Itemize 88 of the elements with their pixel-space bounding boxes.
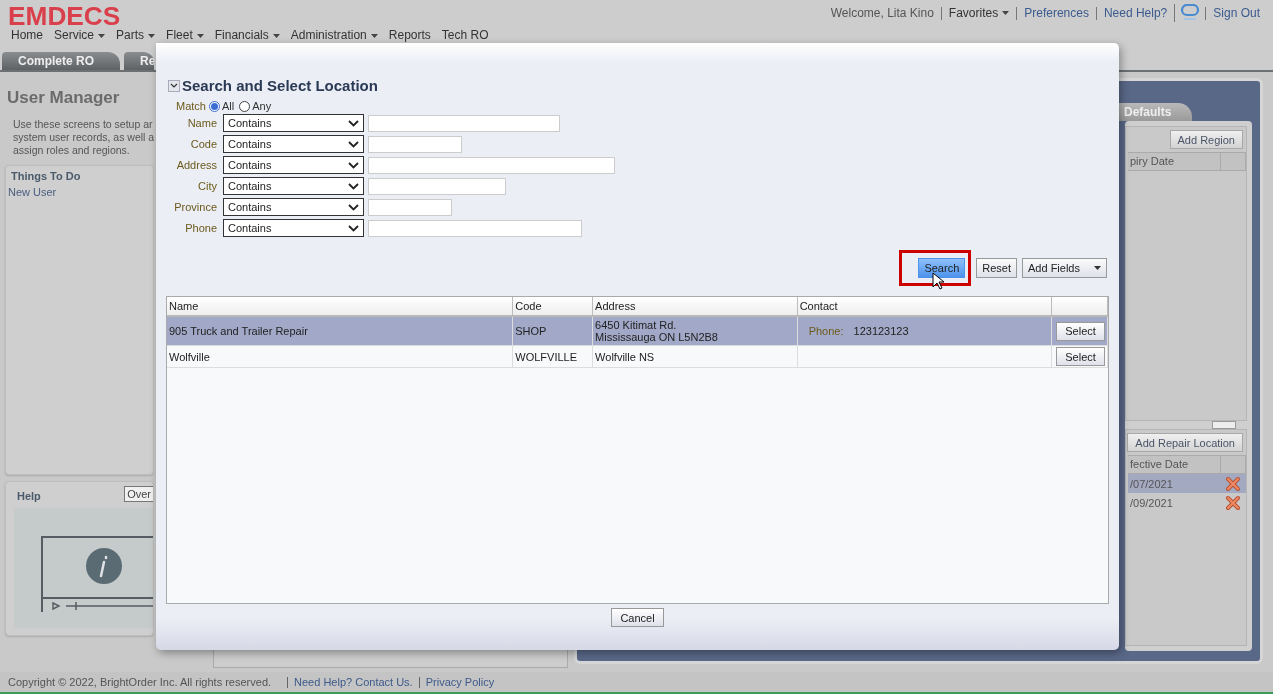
field-label: Phone:	[808, 325, 844, 337]
delete-icon[interactable]	[1225, 475, 1241, 492]
table-cell-text: /07/2021	[1129, 477, 1174, 490]
table-cell: Wolfville NS	[593, 346, 798, 367]
caret-icon	[272, 33, 280, 38]
reset-button[interactable]: Reset	[976, 258, 1017, 278]
caret-icon	[196, 33, 204, 38]
nav-menu-item[interactable]: Reports	[388, 24, 431, 47]
text-input[interactable]	[368, 114, 560, 132]
caret-icon	[1094, 266, 1101, 270]
table-cell: 6450 Kitimat Rd. Mississauga ON L5N2B8	[593, 317, 798, 345]
text-input[interactable]	[368, 219, 582, 237]
field-label: Province	[173, 201, 217, 213]
table-cell: 905 Truck and Trailer Repair	[167, 317, 514, 345]
task-link[interactable]: New User	[6, 182, 153, 202]
oval-icon[interactable]	[1180, 4, 1201, 22]
field-label: City	[197, 180, 217, 192]
collapse-icon[interactable]	[168, 79, 180, 92]
nav-menu-item[interactable]: Fleet	[166, 24, 204, 47]
caret-icon	[98, 33, 106, 38]
radio-option[interactable]: All	[208, 100, 235, 112]
footer-link[interactable]: Privacy Policy	[418, 676, 501, 688]
field-label: Code	[189, 138, 217, 150]
table-row[interactable]: Wolfville WOLFVILLE Wolfville NS Select	[167, 346, 1108, 368]
operator-dropdown[interactable]: Contains	[223, 198, 364, 216]
header-link[interactable]: Need Help?	[1095, 6, 1175, 20]
header-link[interactable]: Preferences	[1016, 6, 1096, 20]
column-header: Code	[513, 297, 594, 315]
radio-option[interactable]: Any	[239, 100, 272, 112]
add-fields-button[interactable]: Add Fields	[1022, 258, 1107, 278]
cancel-button[interactable]: Cancel	[611, 608, 664, 627]
column-header: Address	[593, 297, 798, 315]
description-text: Use these screens to setup ar system user records, as well a assign roles and regions.	[13, 118, 154, 157]
column-header: fective Date	[1128, 455, 1221, 474]
overview-button[interactable]: Over	[124, 486, 153, 502]
tab[interactable]: Complete RO	[2, 52, 120, 70]
select-button[interactable]: Select	[1056, 347, 1105, 366]
field-label: Match	[176, 100, 206, 112]
welcome-text: Welcome, Lita Kino	[829, 6, 935, 20]
add-region-button[interactable]: Add Region	[1169, 130, 1243, 149]
operator-dropdown[interactable]: Contains	[223, 177, 364, 195]
operator-dropdown[interactable]: Contains	[223, 156, 364, 174]
text-input[interactable]	[368, 135, 462, 153]
field-label: Phone	[184, 222, 217, 234]
table-row[interactable]: /09/2021	[1128, 493, 1246, 512]
field-label: Address	[175, 159, 217, 171]
chevron-down-icon	[348, 119, 359, 127]
table-cell: SHOP	[513, 317, 594, 345]
caret-icon	[370, 33, 378, 38]
cursor-icon	[932, 272, 945, 290]
panel-title: Things To Do	[10, 169, 82, 182]
footer-link[interactable]: Need Help? Contact Us.	[287, 676, 419, 688]
table-row[interactable]: 905 Truck and Trailer Repair SHOP 6450 Kitimat Rd. Mississauga ON L5N2B8 Phone: 123123123 Select	[167, 317, 1108, 346]
select-button[interactable]: Select	[1056, 321, 1105, 341]
nav-menu-item[interactable]: Tech RO	[441, 24, 489, 47]
panel-title: Help	[16, 489, 42, 502]
chevron-down-icon	[348, 161, 359, 169]
text-input[interactable]	[368, 156, 615, 174]
dialog-title: Search and Select Location	[182, 77, 378, 94]
splitter-handle[interactable]	[1212, 421, 1236, 429]
table-cell: Wolfville	[167, 346, 514, 367]
caret-icon	[1002, 11, 1010, 15]
text-input[interactable]	[368, 177, 506, 195]
caret-icon	[148, 33, 156, 38]
chevron-down-icon	[348, 224, 359, 232]
chevron-down-icon	[348, 203, 359, 211]
table-cell: WOLFVILLE	[513, 346, 594, 367]
copyright-text: Copyright © 2022, BrightOrder Inc. All rights reserved.	[8, 676, 272, 688]
search-button[interactable]: Search	[918, 258, 966, 278]
column-header: Contact	[797, 297, 1053, 315]
operator-dropdown[interactable]: Contains	[223, 135, 364, 153]
table-cell: 123123123	[853, 325, 909, 337]
operator-dropdown[interactable]: Contains	[223, 114, 364, 132]
chevron-down-icon	[348, 182, 359, 190]
favorites-menu[interactable]: Favorites	[940, 6, 1017, 20]
delete-icon[interactable]	[1225, 494, 1241, 511]
nav-menu-item[interactable]: Financials	[214, 24, 280, 47]
table-cell-text: /09/2021	[1129, 496, 1174, 509]
chevron-down-icon	[348, 140, 359, 148]
nav-menu-item[interactable]: Administration	[290, 24, 378, 47]
field-label: Name	[186, 117, 217, 129]
column-header: Name	[167, 297, 514, 315]
add-repair-location-button[interactable]: Add Repair Location	[1127, 433, 1243, 452]
operator-dropdown[interactable]: Contains	[223, 219, 364, 237]
header-link[interactable]: Sign Out	[1205, 6, 1267, 20]
page-title: User Manager	[7, 88, 121, 109]
text-input[interactable]	[368, 198, 452, 216]
column-header: piry Date	[1128, 152, 1221, 171]
